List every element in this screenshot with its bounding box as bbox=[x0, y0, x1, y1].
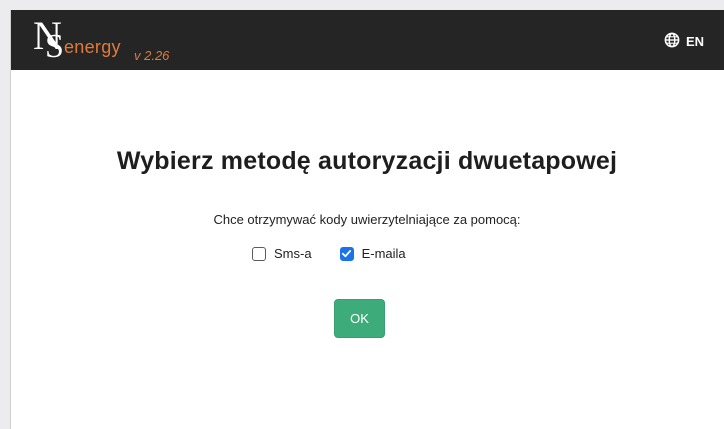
logo-wordmark: energy bbox=[64, 37, 121, 57]
ok-button[interactable]: OK bbox=[334, 299, 385, 338]
logo-letter-s: S bbox=[45, 28, 64, 65]
language-label: EN bbox=[685, 34, 704, 49]
email-checkbox[interactable] bbox=[339, 246, 354, 261]
checkmark-icon bbox=[341, 250, 352, 258]
logo: N S energy v 2.26 bbox=[33, 16, 183, 66]
option-email[interactable]: E-maila bbox=[339, 246, 406, 261]
version-label: v 2.26 bbox=[134, 48, 170, 63]
email-label: E-maila bbox=[361, 246, 406, 261]
sms-label: Sms-a bbox=[274, 246, 312, 261]
sms-checkbox[interactable] bbox=[252, 246, 266, 261]
method-prompt: Chce otrzymywać kody uwierzytelniające z… bbox=[213, 212, 521, 227]
top-bar: N S energy v 2.26 EN bbox=[11, 10, 724, 70]
language-switcher[interactable]: EN bbox=[664, 32, 704, 51]
method-options: Sms-a E-maila bbox=[252, 246, 406, 261]
globe-icon bbox=[664, 32, 680, 51]
option-sms[interactable]: Sms-a bbox=[252, 246, 312, 261]
page-title: Wybierz metodę autoryzacji dwuetapowej bbox=[116, 147, 618, 175]
